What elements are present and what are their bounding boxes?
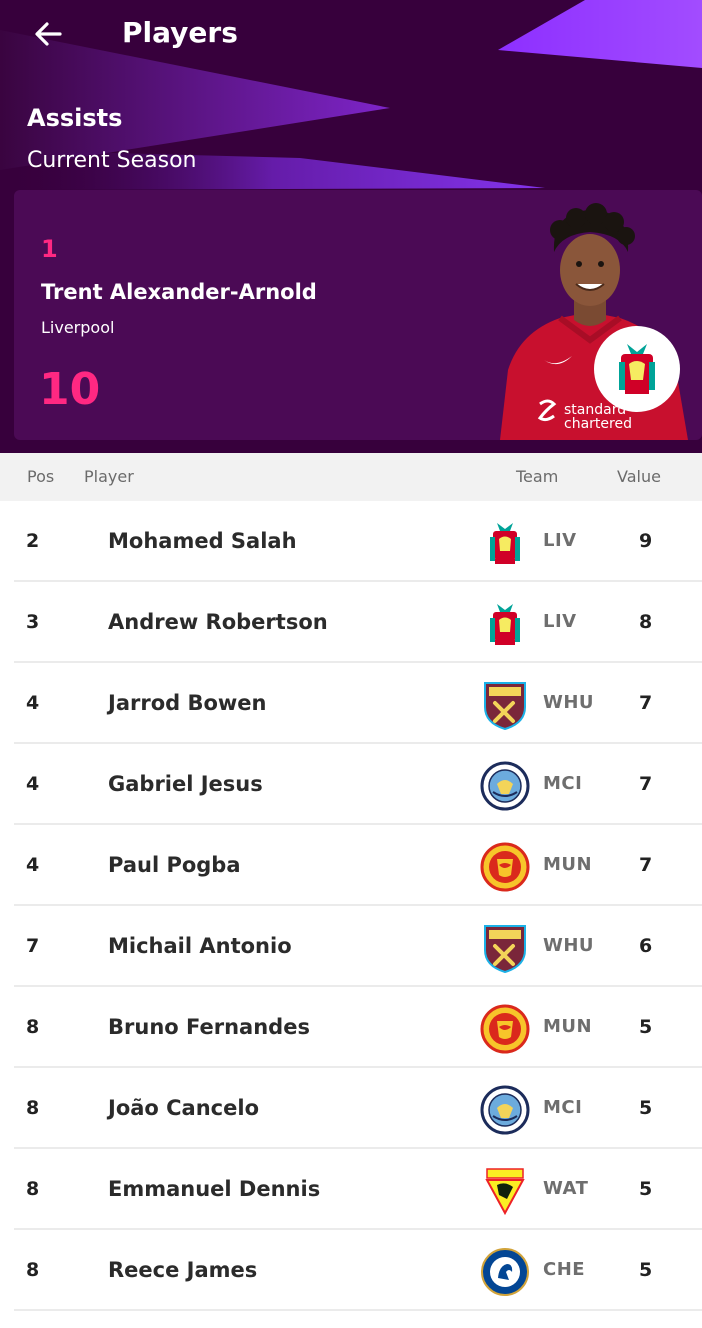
row-team: LIV — [543, 611, 577, 632]
table-row[interactable]: 2 Mohamed Salah LIV 9 — [0, 501, 702, 582]
table-row[interactable]: 8 João Cancelo MCI 5 — [0, 1068, 702, 1149]
row-player-name: Reece James — [108, 1258, 258, 1282]
watford-crest-icon — [485, 1168, 525, 1216]
west-ham-crest-icon — [484, 925, 526, 974]
man-united-crest-icon — [480, 842, 530, 892]
row-team: WAT — [543, 1178, 589, 1199]
column-player: Player — [84, 467, 134, 486]
row-team: MCI — [543, 1097, 583, 1118]
chelsea-crest-icon — [481, 1248, 529, 1296]
row-team: CHE — [543, 1259, 586, 1280]
header: Players Assists Current Season 1 Trent A… — [0, 0, 702, 453]
man-united-crest-icon — [480, 1004, 530, 1054]
liverpool-crest-icon — [490, 523, 520, 564]
row-pos: 4 — [26, 773, 40, 795]
stat-title: Assists — [27, 104, 123, 132]
row-value: 7 — [639, 854, 653, 876]
row-player-name: Michail Antonio — [108, 934, 292, 958]
row-player-name: Emmanuel Dennis — [108, 1177, 321, 1201]
row-pos: 4 — [26, 854, 40, 876]
row-value: 5 — [639, 1016, 653, 1038]
row-player-name: Andrew Robertson — [108, 610, 328, 634]
leader-club-badge — [594, 326, 680, 412]
man-city-crest-icon — [480, 761, 530, 811]
svg-text:chartered: chartered — [564, 416, 632, 432]
row-team: WHU — [543, 692, 595, 713]
liverpool-crest-icon — [619, 344, 655, 394]
row-pos: 3 — [26, 611, 40, 633]
row-player-name: Mohamed Salah — [108, 529, 297, 553]
row-player-name: Jarrod Bowen — [108, 691, 267, 715]
row-value: 5 — [639, 1259, 653, 1281]
row-value: 5 — [639, 1178, 653, 1200]
column-team: Team — [516, 467, 559, 486]
player-list: 2 Mohamed Salah LIV 9 3 Andrew Robertson… — [0, 501, 702, 1311]
table-row[interactable]: 8 Emmanuel Dennis WAT 5 — [0, 1149, 702, 1230]
leader-value: 10 — [39, 364, 101, 415]
row-pos: 8 — [26, 1097, 40, 1119]
row-value: 7 — [639, 773, 653, 795]
row-pos: 2 — [26, 530, 40, 552]
row-pos: 8 — [26, 1259, 40, 1281]
west-ham-crest-icon — [484, 682, 526, 731]
table-row[interactable]: 4 Jarrod Bowen WHU 7 — [0, 663, 702, 744]
table-row[interactable]: 7 Michail Antonio WHU 6 — [0, 906, 702, 987]
leader-card[interactable]: 1 Trent Alexander-Arnold Liverpool 10 st… — [14, 190, 702, 440]
row-player-name: Paul Pogba — [108, 853, 241, 877]
table-row[interactable]: 4 Paul Pogba MUN 7 — [0, 825, 702, 906]
row-player-name: João Cancelo — [108, 1096, 259, 1120]
row-value: 8 — [639, 611, 653, 633]
column-value: Value — [617, 467, 661, 486]
column-pos: Pos — [27, 467, 55, 486]
table-row[interactable]: 3 Andrew Robertson LIV 8 — [0, 582, 702, 663]
row-value: 5 — [639, 1097, 653, 1119]
row-team: MUN — [543, 854, 593, 875]
row-pos: 7 — [26, 935, 40, 957]
row-team: WHU — [543, 935, 595, 956]
row-pos: 8 — [26, 1178, 40, 1200]
row-player-name: Gabriel Jesus — [108, 772, 263, 796]
arrow-left-icon — [35, 22, 62, 46]
table-row[interactable]: 8 Reece James CHE 5 — [0, 1230, 702, 1311]
man-city-crest-icon — [480, 1085, 530, 1135]
row-team: LIV — [543, 530, 577, 551]
table-header: Pos Player Team Value — [0, 453, 702, 501]
leader-rank: 1 — [41, 235, 58, 263]
row-team: MCI — [543, 773, 583, 794]
table-row[interactable]: 4 Gabriel Jesus MCI 7 — [0, 744, 702, 825]
page-title: Players — [122, 16, 238, 49]
row-team: MUN — [543, 1016, 593, 1037]
back-button[interactable] — [26, 14, 70, 54]
row-pos: 4 — [26, 692, 40, 714]
leader-club: Liverpool — [41, 318, 115, 337]
leader-name: Trent Alexander-Arnold — [41, 280, 317, 304]
row-value: 6 — [639, 935, 653, 957]
table-row[interactable]: 8 Bruno Fernandes MUN 5 — [0, 987, 702, 1068]
liverpool-crest-icon — [490, 604, 520, 645]
row-pos: 8 — [26, 1016, 40, 1038]
season-label: Current Season — [27, 148, 197, 173]
row-value: 9 — [639, 530, 653, 552]
row-player-name: Bruno Fernandes — [108, 1015, 310, 1039]
row-value: 7 — [639, 692, 653, 714]
player-photo: standard chartered — [500, 203, 688, 440]
